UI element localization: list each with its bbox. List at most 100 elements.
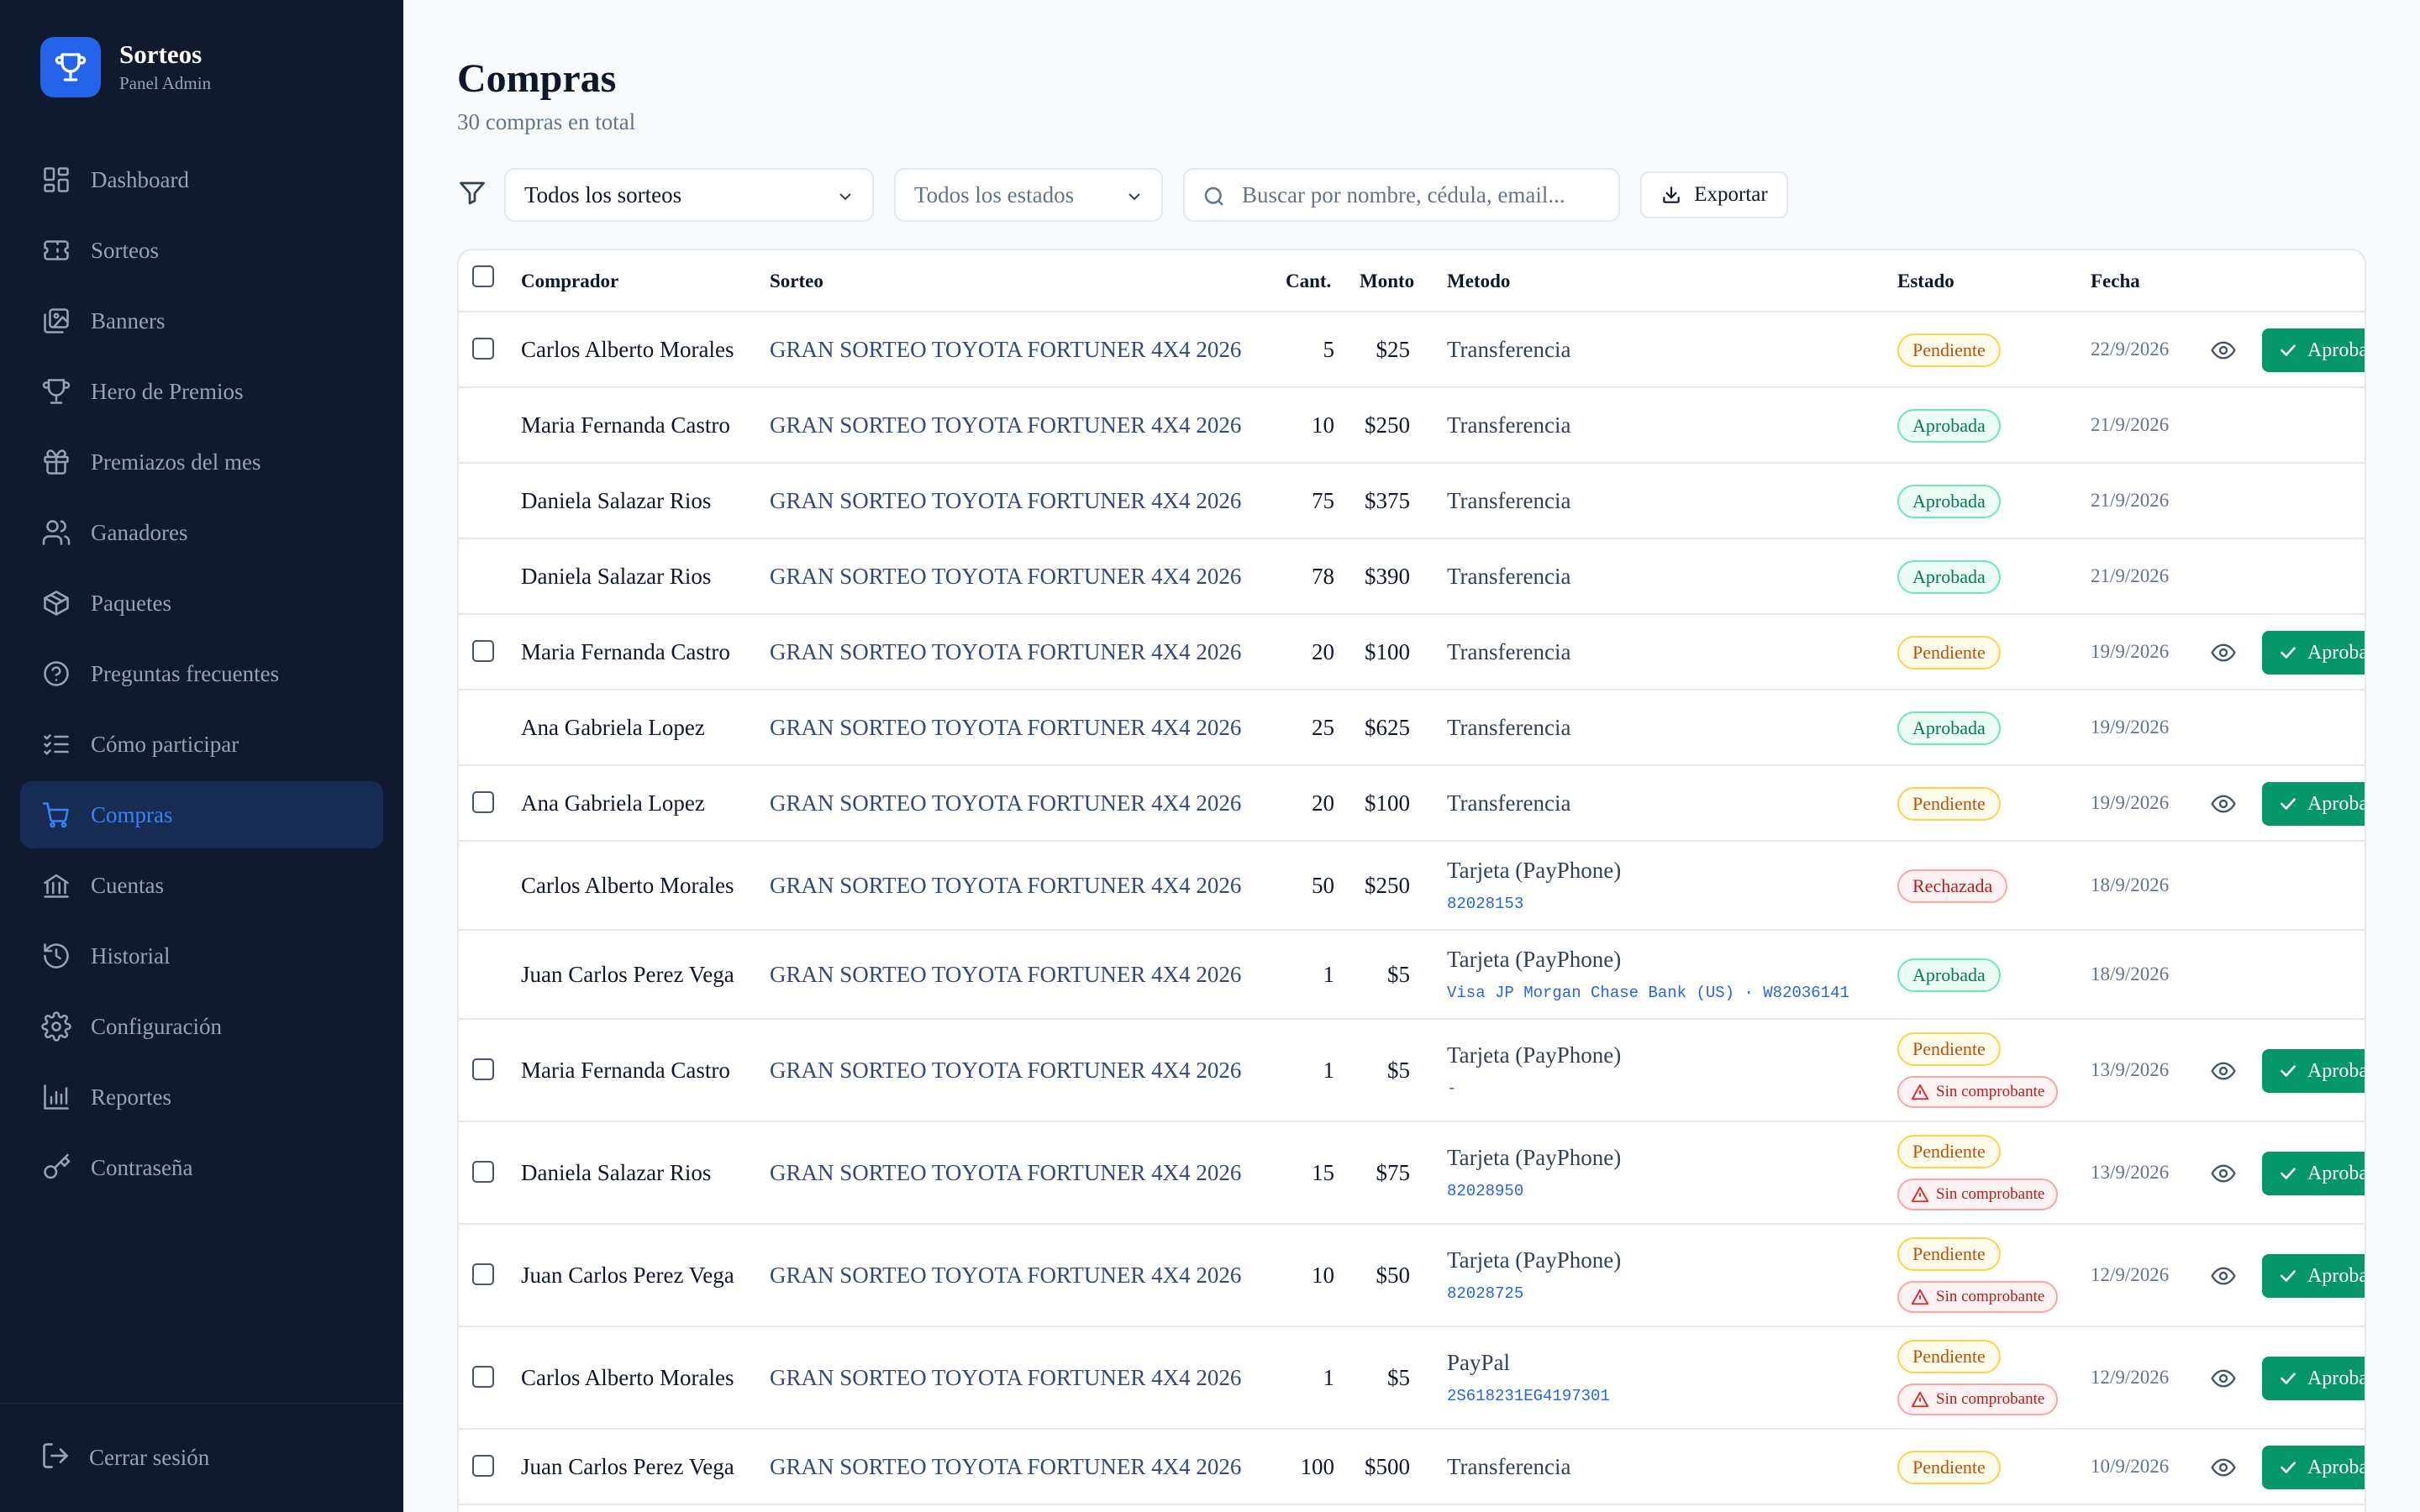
approve-button[interactable]: Aprobar [2262,782,2365,826]
sorteo-link[interactable]: GRAN SORTEO TOYOTA FORTUNER 4X4 2026 [770,790,1241,816]
sidebar-item-cuentas[interactable]: Cuentas [20,852,383,919]
col-fecha[interactable]: Fecha [2091,270,2140,292]
sorteo-link[interactable]: GRAN SORTEO TOYOTA FORTUNER 4X4 2026 [770,1160,1241,1186]
view-eye-icon[interactable] [2210,639,2237,666]
view-eye-icon[interactable] [2210,337,2237,364]
sorteo-link[interactable]: GRAN SORTEO TOYOTA FORTUNER 4X4 2026 [770,1263,1241,1289]
sorteo-link[interactable]: GRAN SORTEO TOYOTA FORTUNER 4X4 2026 [770,337,1241,363]
sidebar-item-configuracion[interactable]: Configuración [20,993,383,1060]
sidebar-item-label: Compras [91,801,173,827]
table-row[interactable]: Maria Fernanda Castro GRAN SORTEO TOYOTA … [459,388,2365,464]
approve-button[interactable]: Aprobar [2262,1254,2365,1298]
col-buyer[interactable]: Comprador [521,270,618,292]
search-input[interactable] [1242,181,1603,208]
view-eye-icon[interactable] [2210,1160,2237,1187]
sorteo-link[interactable]: GRAN SORTEO TOYOTA FORTUNER 4X4 2026 [770,715,1241,741]
logout-button[interactable]: Cerrar sesión [0,1403,403,1512]
sidebar-item-como-participar[interactable]: Cómo participar [20,711,383,778]
sorteo-link[interactable]: GRAN SORTEO TOYOTA FORTUNER 4X4 2026 [770,962,1241,988]
payment-method: Transferencia [1447,1454,1571,1479]
sidebar-item-reportes[interactable]: Reportes [20,1063,383,1131]
table-row[interactable]: Daniela Salazar Rios GRAN SORTEO TOYOTA F… [459,464,2365,539]
table-row[interactable]: Carlos Alberto Morales GRAN SORTEO TOYOTA… [459,842,2365,931]
table-row[interactable]: Juan Carlos Perez Vega GRAN SORTEO TOYOTA… [459,1225,2365,1327]
table-row[interactable]: Ana Gabriela Lopez GRAN SORTEO TOYOTA FOR… [459,690,2365,766]
table-row[interactable]: Ana Gabriela Lopez GRAN SORTEO TOYOTA FOR… [459,766,2365,842]
sidebar-item-label: Dashboard [91,166,189,192]
row-checkbox[interactable] [472,1366,494,1388]
sorteo-link[interactable]: GRAN SORTEO TOYOTA FORTUNER 4X4 2026 [770,873,1241,899]
buyer-name: Ana Gabriela Lopez [521,790,705,816]
col-cant[interactable]: Cant. [1286,270,1331,292]
warning-icon [1911,1083,1929,1101]
approve-button[interactable]: Aprobar [2262,1152,2365,1195]
sorteo-link[interactable]: GRAN SORTEO TOYOTA FORTUNER 4X4 2026 [770,639,1241,665]
sidebar-item-hero-de-premios[interactable]: Hero de Premios [20,358,383,425]
col-estado[interactable]: Estado [1897,270,1954,292]
sidebar-item-label: Historial [91,942,171,969]
sidebar-item-historial[interactable]: Historial [20,922,383,990]
sidebar-item-paquetes[interactable]: Paquetes [20,570,383,637]
table-row[interactable]: Juan Carlos Perez Vega GRAN SORTEO TOYOTA… [459,1430,2365,1505]
table-row[interactable]: Juan Carlos Perez Vega GRAN SORTEO TOYOTA… [459,931,2365,1020]
approve-button[interactable]: Aprobar [2262,1446,2365,1489]
sorteo-link[interactable]: GRAN SORTEO TOYOTA FORTUNER 4X4 2026 [770,488,1241,514]
col-metodo[interactable]: Metodo [1447,270,1510,292]
view-eye-icon[interactable] [2210,790,2237,817]
check-icon [2277,1368,2299,1389]
estado-filter-select[interactable]: Todos los estados [894,168,1163,222]
row-checkbox[interactable] [472,1455,494,1477]
approve-button[interactable]: Aprobar [2262,1049,2365,1093]
row-checkbox[interactable] [472,1058,494,1080]
sorteo-link[interactable]: GRAN SORTEO TOYOTA FORTUNER 4X4 2026 [770,1454,1241,1480]
table-row[interactable]: Carlos Alberto Morales GRAN SORTEO TOYOTA… [459,1327,2365,1430]
table-row[interactable]: Daniela Salazar Rios GRAN SORTEO TOYOTA F… [459,1122,2365,1225]
sidebar-item-ganadores[interactable]: Ganadores [20,499,383,566]
status-badge: Aprobada [1897,711,2001,745]
row-checkbox[interactable] [472,338,494,360]
approve-button[interactable]: Aprobar [2262,1357,2365,1400]
row-checkbox[interactable] [472,1263,494,1285]
dashboard-icon [40,164,72,196]
view-eye-icon[interactable] [2210,1454,2237,1481]
table-row[interactable]: Maria Fernanda Castro GRAN SORTEO TOYOTA … [459,615,2365,690]
sorteo-link[interactable]: GRAN SORTEO TOYOTA FORTUNER 4X4 2026 [770,1365,1241,1391]
row-checkbox[interactable] [472,640,494,662]
view-eye-icon[interactable] [2210,1058,2237,1084]
table-row[interactable]: Daniela Salazar Rios GRAN SORTEO TOYOTA F… [459,539,2365,615]
sorteo-link[interactable]: GRAN SORTEO TOYOTA FORTUNER 4X4 2026 [770,564,1241,590]
approve-button[interactable]: Aprobar [2262,328,2365,372]
buyer-name: Carlos Alberto Morales [521,1365,734,1390]
sidebar-item-label: Cómo participar [91,731,239,757]
view-eye-icon[interactable] [2210,1365,2237,1392]
sidebar-item-compras[interactable]: Compras [20,781,383,848]
row-checkbox[interactable] [472,791,494,813]
amount: $100 [1365,639,1410,664]
sidebar-item-premiazos-del-mes[interactable]: Premiazos del mes [20,428,383,496]
amount: $50 [1376,1263,1411,1288]
select-all-checkbox[interactable] [472,265,494,287]
col-sorteo[interactable]: Sorteo [770,270,823,292]
buyer-name: Daniela Salazar Rios [521,488,712,513]
sidebar-item-dashboard[interactable]: Dashboard [20,146,383,213]
sidebar-item-banners[interactable]: Banners [20,287,383,354]
sidebar-item-label: Paquetes [91,590,171,616]
table-row[interactable]: Maria Fernanda Castro GRAN SORTEO TOYOTA … [459,1020,2365,1122]
table-row[interactable]: Carlos Alberto Morales GRAN SORTEO TOYOTA… [459,312,2365,388]
approve-button[interactable]: Aprobar [2262,631,2365,675]
export-button[interactable]: Exportar [1640,171,1788,218]
buyer-name: Maria Fernanda Castro [521,412,730,438]
sorteo-link[interactable]: GRAN SORTEO TOYOTA FORTUNER 4X4 2026 [770,412,1241,438]
sidebar-item-contrasena[interactable]: Contraseña [20,1134,383,1201]
sidebar-item-preguntas-frecuentes[interactable]: Preguntas frecuentes [20,640,383,707]
amount: $250 [1365,412,1410,438]
sidebar-item-sorteos[interactable]: Sorteos [20,217,383,284]
view-eye-icon[interactable] [2210,1263,2237,1289]
quantity: 100 [1300,1454,1335,1479]
sorteo-link[interactable]: GRAN SORTEO TOYOTA FORTUNER 4X4 2026 [770,1058,1241,1084]
quantity: 78 [1312,564,1334,589]
row-checkbox[interactable] [472,1161,494,1183]
col-monto[interactable]: Monto [1360,270,1414,292]
sorteo-filter-select[interactable]: Todos los sorteos [504,168,874,222]
brand[interactable]: Sorteos Panel Admin [40,37,211,97]
